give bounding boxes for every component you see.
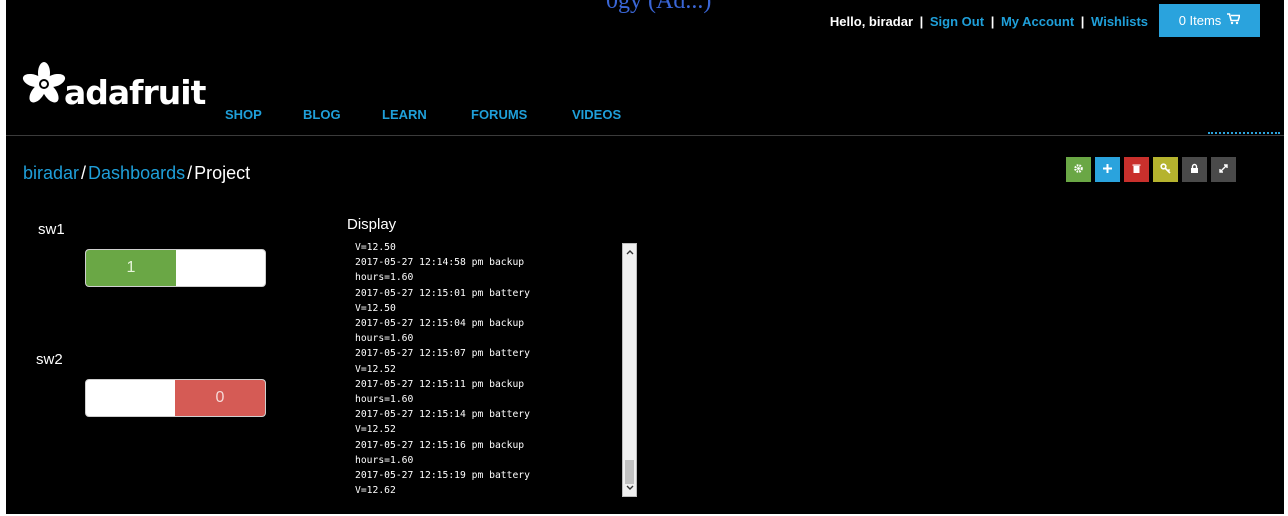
display-log-line: 2017-05-27 12:15:16 pm backup [355, 439, 525, 451]
toggle-switch-sw2[interactable]: 0 [85, 379, 266, 417]
toggle-switch-sw1[interactable]: 1 [85, 249, 266, 287]
breadcrumb: biradar / Dashboards / Project [23, 163, 250, 184]
separator: | [990, 14, 995, 29]
expand-icon [1218, 162, 1229, 177]
display-log-line: 2017-05-27 12:15:14 pm battery [355, 409, 530, 421]
scroll-down-icon[interactable] [623, 481, 636, 495]
separator: | [919, 14, 924, 29]
display-log-line: 2017-05-27 12:15:01 pm battery [355, 287, 530, 299]
flower-logo-icon [22, 62, 66, 111]
fullscreen-button[interactable] [1211, 157, 1236, 182]
toggle-off-segment: 0 [175, 380, 265, 416]
display-log-line: hours=1.60 [355, 454, 414, 466]
gear-icon [1073, 162, 1084, 177]
settings-button[interactable] [1066, 157, 1091, 182]
display-log-line: 2017-05-27 12:14:58 pm backup [355, 257, 525, 269]
display-log-line: 2017-05-27 12:15:19 pm battery [355, 470, 530, 482]
adafruit-logo[interactable]: adafruit [22, 62, 206, 112]
key-icon [1160, 162, 1171, 177]
display-title: Display [347, 216, 397, 233]
page-frame: 0gy (Ad...) Hello, biradar | Sign Out | … [6, 0, 1284, 514]
display-log-line: V=12.50 [355, 302, 396, 314]
add-block-button[interactable] [1095, 157, 1120, 182]
switch-label-sw1: sw1 [38, 221, 65, 238]
delete-button[interactable] [1124, 157, 1149, 182]
display-text-area[interactable]: V=12.50 2017-05-27 12:14:58 pm backup hour… [346, 238, 637, 498]
nav-videos[interactable]: VIDEOS [572, 107, 621, 122]
nav-learn[interactable]: LEARN [382, 107, 427, 122]
display-scrollbar[interactable] [622, 243, 637, 497]
header-divider [6, 135, 1284, 136]
display-log-line: hours=1.60 [355, 333, 414, 345]
breadcrumb-current: Project [194, 163, 251, 183]
breadcrumb-dashboards[interactable]: Dashboards [88, 163, 185, 183]
trash-icon [1131, 162, 1142, 177]
display-log-line: 2017-05-27 12:15:11 pm backup [355, 378, 525, 390]
plus-icon [1102, 162, 1113, 177]
display-log-line: hours=1.60 [355, 394, 414, 406]
breadcrumb-user[interactable]: biradar [23, 163, 79, 183]
cart-label: 0 Items [1178, 13, 1222, 28]
scroll-up-icon[interactable] [623, 245, 636, 259]
display-log-line: 2017-05-27 12:15:07 pm battery [355, 348, 530, 360]
wishlists-link[interactable]: Wishlists [1091, 14, 1148, 29]
header-accent-line [1208, 132, 1280, 134]
key-button[interactable] [1153, 157, 1178, 182]
nav-blog[interactable]: BLOG [303, 107, 341, 122]
lock-icon [1189, 162, 1200, 177]
switch-label-sw2: sw2 [36, 351, 63, 368]
display-log: V=12.50 2017-05-27 12:14:58 pm backup hour… [355, 240, 620, 498]
page-title-fragment: 0gy (Ad...) [606, 0, 712, 14]
breadcrumb-slash: / [187, 163, 193, 183]
display-log-line: V=12.50 [355, 242, 396, 253]
dashboard-toolbar [1066, 157, 1236, 182]
toggle-on-segment: 1 [86, 250, 176, 286]
page-edge [1284, 0, 1288, 516]
display-log-line: hours=1.60 [355, 272, 414, 284]
breadcrumb-slash: / [81, 163, 87, 183]
cart-icon [1227, 13, 1242, 28]
lock-button[interactable] [1182, 157, 1207, 182]
greeting: Hello, biradar [829, 14, 913, 29]
logo-wordmark: adafruit [64, 73, 206, 112]
display-log-line: V=12.52 [355, 424, 396, 436]
user-bar: Hello, biradar | Sign Out | My Account |… [830, 14, 1148, 29]
my-account-link[interactable]: My Account [1001, 14, 1074, 29]
display-log-line: 2017-05-27 12:15:04 pm backup [355, 318, 525, 330]
display-log-line: V=12.52 [355, 363, 396, 375]
separator: | [1080, 14, 1085, 29]
display-log-line: V=12.62 [355, 485, 396, 497]
nav-forums[interactable]: FORUMS [471, 107, 527, 122]
sign-out-link[interactable]: Sign Out [930, 14, 984, 29]
nav-shop[interactable]: SHOP [225, 107, 262, 122]
cart-button[interactable]: 0 Items [1159, 4, 1260, 37]
